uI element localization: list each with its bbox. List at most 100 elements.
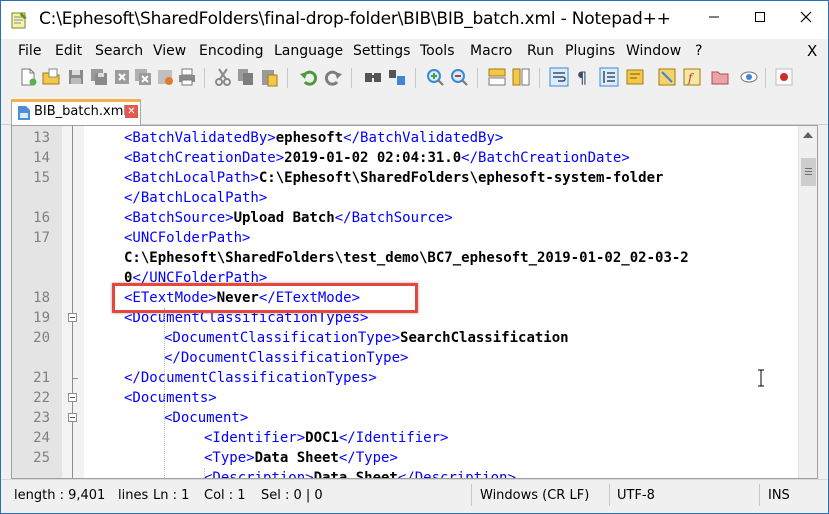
monitoring-icon[interactable] [739, 67, 759, 87]
redo-icon[interactable] [323, 67, 343, 87]
window-title: C:\Ephesoft\SharedFolders\final-drop-fol… [39, 9, 671, 29]
line-number: 22 [33, 390, 50, 406]
code-line[interactable]: <UNCFolderPath> [124, 228, 250, 248]
menu-view[interactable]: View [153, 43, 186, 59]
status-separator [759, 484, 760, 506]
menu-window[interactable]: Window [626, 43, 681, 59]
close-button[interactable] [783, 1, 829, 33]
xml-tag: </Type> [338, 450, 398, 466]
new-file-icon[interactable] [18, 67, 38, 87]
title-bar[interactable]: C:\Ephesoft\SharedFolders\final-drop-fol… [1, 1, 828, 39]
document-map-icon[interactable] [657, 67, 677, 87]
vertical-scrollbar[interactable] [798, 126, 817, 478]
line-number: 21 [33, 370, 50, 386]
menu-search[interactable]: Search [95, 43, 143, 59]
thumb-grip [805, 171, 812, 172]
line-number: 23 [33, 410, 50, 426]
minimize-button[interactable] [691, 1, 737, 33]
code-line[interactable]: <Document> [164, 408, 248, 428]
function-list-icon[interactable]: f [682, 67, 702, 87]
line-number: 13 [33, 130, 50, 146]
record-macro-icon[interactable] [774, 67, 794, 87]
menu-settings[interactable]: Settings [353, 43, 410, 59]
user-defined-language-icon[interactable] [625, 67, 645, 87]
xml-value: DOC1 [305, 430, 339, 446]
fold-collapse-icon[interactable] [68, 413, 77, 422]
code-line[interactable]: </DocumentClassificationTypes> [124, 368, 377, 388]
sync-vertical-icon[interactable] [487, 67, 507, 87]
indent-guide-icon[interactable] [599, 67, 619, 87]
menu-macro[interactable]: Macro [470, 43, 512, 59]
menu-run[interactable]: Run [527, 43, 554, 59]
code-line[interactable]: <Type>Data Sheet</Type> [204, 448, 398, 468]
code-editor[interactable]: 13 <BatchValidatedBy>ephesoft</BatchValid… [11, 125, 818, 479]
menu-tools[interactable]: Tools [420, 43, 455, 59]
xml-tag: <Type> [204, 450, 255, 466]
folder-as-workspace-icon[interactable] [710, 67, 730, 87]
line-number [12, 248, 50, 268]
code-line[interactable]: <BatchSource>Upload Batch</BatchSource> [124, 208, 453, 228]
menu-help[interactable]: ? [695, 43, 702, 59]
save-all-icon[interactable] [89, 67, 109, 87]
menu-file[interactable]: File [18, 43, 41, 59]
code-line[interactable]: <DocumentClassificationType>SearchClassi… [164, 328, 569, 348]
code-line[interactable]: <Description>Data Sheet</Description> [204, 468, 516, 479]
xml-tag: <BatchCreationDate> [124, 150, 285, 166]
menu-plugins[interactable]: Plugins [565, 43, 615, 59]
status-insert-mode[interactable]: INS [768, 488, 790, 503]
status-lines: lines [118, 488, 149, 503]
close-all-icon[interactable] [133, 67, 153, 87]
close-icon[interactable] [112, 67, 132, 87]
toolbar-separator [539, 68, 540, 88]
status-column: Col : 1 [204, 488, 246, 503]
menu-language[interactable]: Language [274, 43, 343, 59]
status-encoding[interactable]: UTF-8 [617, 488, 655, 503]
maximize-button[interactable] [737, 1, 783, 33]
xml-tag: </Description> [397, 470, 516, 479]
code-line[interactable]: </DocumentClassificationType> [164, 348, 408, 368]
fold-collapse-icon[interactable] [68, 393, 77, 402]
zoom-out-icon[interactable] [449, 67, 469, 87]
xml-tag: <Identifier> [204, 430, 306, 446]
zoom-in-icon[interactable] [425, 67, 445, 87]
scroll-up-arrow-icon[interactable] [803, 132, 813, 138]
file-saved-icon [18, 106, 30, 120]
tab-close-button[interactable]: ✕ [125, 105, 138, 118]
close-unchanged-icon[interactable] [155, 67, 175, 87]
status-line-number: Ln : 1 [153, 488, 190, 503]
line-number [12, 268, 50, 288]
line-number: 19 [33, 310, 50, 326]
xml-tag: </BatchValidatedBy> [343, 130, 504, 146]
thumb-grip [805, 174, 812, 175]
status-eol-format[interactable]: Windows (CR LF) [480, 488, 589, 503]
menu-encoding[interactable]: Encoding [199, 43, 264, 59]
close-document-button[interactable]: X [807, 42, 817, 60]
show-all-characters-icon[interactable]: ¶ [573, 67, 593, 87]
open-file-icon[interactable] [41, 67, 61, 87]
fold-collapse-icon[interactable] [68, 313, 77, 322]
find-icon[interactable] [363, 67, 383, 87]
code-line[interactable]: <Identifier>DOC1</Identifier> [204, 428, 448, 448]
print-icon[interactable] [177, 67, 197, 87]
tab-bib-batch-xml[interactable]: BIB_batch.xml ✕ [11, 99, 141, 125]
xml-tag: <BatchLocalPath> [124, 170, 259, 186]
code-line[interactable]: C:\Ephesoft\SharedFolders\test_demo\BC7_… [124, 248, 689, 268]
copy-icon[interactable] [236, 67, 256, 87]
toolbar-separator [287, 68, 288, 88]
undo-icon[interactable] [299, 67, 319, 87]
scrollbar-thumb[interactable] [801, 158, 816, 186]
sync-horizontal-icon[interactable] [511, 67, 531, 87]
xml-tag: </DocumentClassificationType> [164, 350, 409, 366]
replace-icon[interactable] [387, 67, 407, 87]
line-number: 15 [33, 170, 50, 186]
save-icon[interactable] [66, 67, 86, 87]
code-line[interactable]: <BatchValidatedBy>ephesoft</BatchValidat… [124, 128, 503, 148]
code-line[interactable]: </BatchLocalPath> [124, 188, 267, 208]
code-line[interactable]: <Documents> [124, 388, 217, 408]
code-line[interactable]: <BatchLocalPath>C:\Ephesoft\SharedFolder… [124, 168, 663, 188]
cut-icon[interactable] [213, 67, 233, 87]
menu-edit[interactable]: Edit [55, 43, 82, 59]
paste-icon[interactable] [259, 67, 279, 87]
code-line[interactable]: <BatchCreationDate>2019-01-02 02:04:31.0… [124, 148, 630, 168]
word-wrap-icon[interactable] [549, 67, 569, 87]
